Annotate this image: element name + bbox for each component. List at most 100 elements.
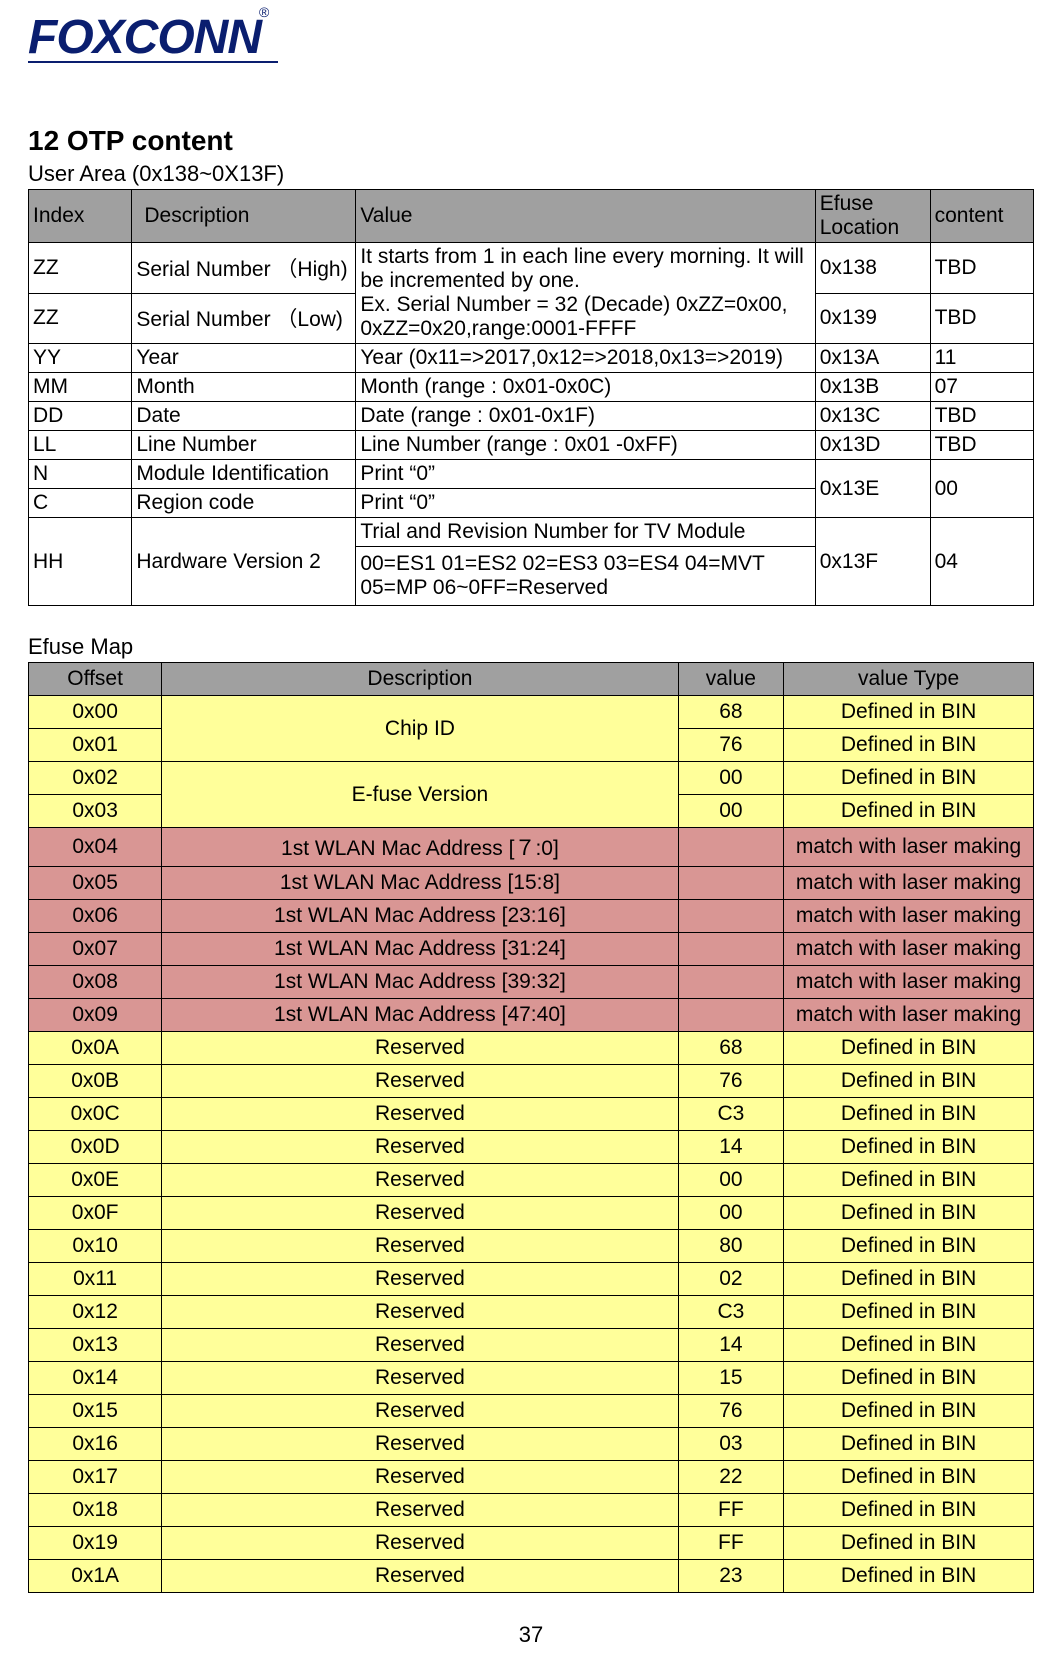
- cell-value: 80: [678, 1230, 783, 1263]
- cell-index: LL: [29, 431, 132, 460]
- cell-desc: Month: [132, 373, 356, 402]
- cell-description: Reserved: [162, 1296, 678, 1329]
- th-index: Index: [29, 190, 132, 243]
- table-row: 0x061st WLAN Mac Address [23:16]match wi…: [29, 900, 1034, 933]
- cell-value: 76: [678, 1395, 783, 1428]
- cell-description: E-fuse Version: [162, 762, 678, 828]
- cell-cont: 00: [930, 460, 1033, 518]
- logo-text: FOXCONN®: [28, 10, 270, 65]
- cell-desc: Serial Number （High): [132, 243, 356, 294]
- cell-offset: 0x15: [29, 1395, 162, 1428]
- otp-table: Index Description Value Efuse Location c…: [28, 189, 1034, 606]
- table-row: 0x19ReservedFFDefined in BIN: [29, 1527, 1034, 1560]
- cell-value: 02: [678, 1263, 783, 1296]
- cell-description: 1st WLAN Mac Address [47:40]: [162, 999, 678, 1032]
- cell-offset: 0x12: [29, 1296, 162, 1329]
- cell-value: Date (range : 0x01-0x1F): [356, 402, 815, 431]
- cell-value-type: Defined in BIN: [784, 1065, 1034, 1098]
- cell-value-type: Defined in BIN: [784, 1560, 1034, 1593]
- table-row: 0x041st WLAN Mac Address [７:0]match with…: [29, 828, 1034, 867]
- cell-value: FF: [678, 1494, 783, 1527]
- cell-loc: 0x13F: [815, 518, 930, 606]
- cell-offset: 0x00: [29, 696, 162, 729]
- cell-offset: 0x0E: [29, 1164, 162, 1197]
- cell-description: Reserved: [162, 1263, 678, 1296]
- cell-description: Reserved: [162, 1329, 678, 1362]
- cell-value-type: Defined in BIN: [784, 1098, 1034, 1131]
- cell-value: 15: [678, 1362, 783, 1395]
- cell-value: Year (0x11=>2017,0x12=>2018,0x13=>2019): [356, 344, 815, 373]
- cell-description: Reserved: [162, 1395, 678, 1428]
- cell-loc: 0x138: [815, 243, 930, 294]
- cell-offset: 0x04: [29, 828, 162, 867]
- cell-offset: 0x13: [29, 1329, 162, 1362]
- cell-index: HH: [29, 518, 132, 606]
- table-row: LL Line Number Line Number (range : 0x01…: [29, 431, 1034, 460]
- cell-value: Month (range : 0x01-0x0C): [356, 373, 815, 402]
- cell-value-type: Defined in BIN: [784, 795, 1034, 828]
- cell-value-type: Defined in BIN: [784, 1395, 1034, 1428]
- cell-desc: Serial Number （Low): [132, 293, 356, 344]
- cell-value-type: Defined in BIN: [784, 1230, 1034, 1263]
- cell-loc: 0x13B: [815, 373, 930, 402]
- cell-value: [678, 828, 783, 867]
- table-row: 0x0BReserved76Defined in BIN: [29, 1065, 1034, 1098]
- cell-loc: 0x13A: [815, 344, 930, 373]
- cell-value-type: match with laser making: [784, 933, 1034, 966]
- table-row: 0x14Reserved15Defined in BIN: [29, 1362, 1034, 1395]
- cell-value-type: match with laser making: [784, 900, 1034, 933]
- cell-value-type: match with laser making: [784, 966, 1034, 999]
- cell-offset: 0x18: [29, 1494, 162, 1527]
- table-row: 0x0DReserved14Defined in BIN: [29, 1131, 1034, 1164]
- cell-description: Reserved: [162, 1131, 678, 1164]
- table-row: 0x17Reserved22Defined in BIN: [29, 1461, 1034, 1494]
- cell-offset: 0x0F: [29, 1197, 162, 1230]
- table-row: HH Hardware Version 2 Trial and Revision…: [29, 518, 1034, 547]
- cell-value-type: match with laser making: [784, 999, 1034, 1032]
- cell-value: 23: [678, 1560, 783, 1593]
- cell-index: C: [29, 489, 132, 518]
- cell-description: Reserved: [162, 1560, 678, 1593]
- th-col-0: Offset: [29, 663, 162, 696]
- efuse-map-table: OffsetDescriptionvaluevalue Type0x00Chip…: [28, 662, 1034, 1593]
- table-header-row: OffsetDescriptionvaluevalue Type: [29, 663, 1034, 696]
- cell-cont: TBD: [930, 431, 1033, 460]
- cell-cont: 07: [930, 373, 1033, 402]
- cell-value-type: Defined in BIN: [784, 1362, 1034, 1395]
- table-row: 0x0CReservedC3Defined in BIN: [29, 1098, 1034, 1131]
- table-row: 0x1AReserved23Defined in BIN: [29, 1560, 1034, 1593]
- cell-description: Chip ID: [162, 696, 678, 762]
- cell-index: MM: [29, 373, 132, 402]
- cell-offset: 0x06: [29, 900, 162, 933]
- cell-value: 00: [678, 1164, 783, 1197]
- registered-icon: ®: [259, 4, 268, 20]
- cell-offset: 0x07: [29, 933, 162, 966]
- cell-value-type: match with laser making: [784, 828, 1034, 867]
- cell-description: Reserved: [162, 1098, 678, 1131]
- cell-desc: Line Number: [132, 431, 356, 460]
- cell-value: 76: [678, 1065, 783, 1098]
- cell-loc: 0x13E: [815, 460, 930, 518]
- cell-value: [678, 933, 783, 966]
- cell-value: C3: [678, 1296, 783, 1329]
- table-row: 0x0AReserved68Defined in BIN: [29, 1032, 1034, 1065]
- cell-value-type: Defined in BIN: [784, 1428, 1034, 1461]
- th-col-1: Description: [162, 663, 678, 696]
- cell-loc: 0x13D: [815, 431, 930, 460]
- table-row: 0x18ReservedFFDefined in BIN: [29, 1494, 1034, 1527]
- table-row: 0x091st WLAN Mac Address [47:40]match wi…: [29, 999, 1034, 1032]
- table-row: 0x02E-fuse Version00Defined in BIN: [29, 762, 1034, 795]
- cell-description: 1st WLAN Mac Address [15:8]: [162, 867, 678, 900]
- cell-desc: Date: [132, 402, 356, 431]
- table-row: 0x12ReservedC3Defined in BIN: [29, 1296, 1034, 1329]
- cell-offset: 0x05: [29, 867, 162, 900]
- cell-value-type: Defined in BIN: [784, 1296, 1034, 1329]
- cell-offset: 0x0C: [29, 1098, 162, 1131]
- cell-value: 14: [678, 1131, 783, 1164]
- th-col-3: value Type: [784, 663, 1034, 696]
- logo: FOXCONN®: [28, 0, 1034, 63]
- table-row: 0x13Reserved14Defined in BIN: [29, 1329, 1034, 1362]
- table-row: DD Date Date (range : 0x01-0x1F) 0x13C T…: [29, 402, 1034, 431]
- cell-description: Reserved: [162, 1461, 678, 1494]
- cell-value-type: Defined in BIN: [784, 1032, 1034, 1065]
